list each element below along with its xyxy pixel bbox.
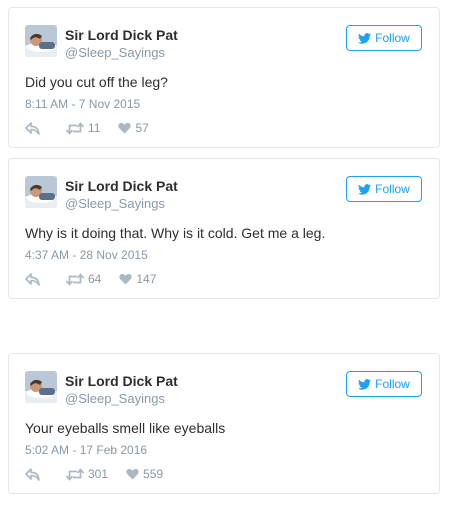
tweet-timestamp[interactable]: 8:11 AM - 7 Nov 2015: [25, 97, 140, 111]
retweet-icon[interactable]: [66, 272, 84, 286]
heart-icon[interactable]: [119, 273, 132, 285]
tweet-card: Sir Lord Dick Pat @Sleep_Sayings Follow …: [8, 158, 440, 299]
avatar[interactable]: [25, 371, 57, 403]
user-handle[interactable]: @Sleep_Sayings: [65, 196, 165, 211]
like-count: 559: [143, 467, 164, 481]
reply-icon[interactable]: [25, 467, 40, 481]
follow-button[interactable]: Follow: [346, 371, 422, 397]
heart-icon[interactable]: [118, 122, 132, 134]
retweet-count: 11: [88, 121, 101, 135]
follow-button[interactable]: Follow: [346, 25, 422, 51]
retweet-icon[interactable]: [66, 121, 84, 135]
follow-label: Follow: [375, 31, 410, 45]
twitter-bird-icon: [358, 32, 372, 44]
retweet-count: 64: [88, 272, 102, 286]
twitter-bird-icon: [358, 183, 372, 195]
heart-icon[interactable]: [126, 468, 139, 480]
tweet-text: Did you cut off the leg?: [25, 74, 168, 90]
tweet-text: Your eyeballs smell like eyeballs: [25, 420, 226, 436]
like-count: 57: [135, 121, 149, 135]
display-name[interactable]: Sir Lord Dick Pat: [65, 178, 178, 194]
retweet-icon[interactable]: [66, 467, 84, 481]
twitter-bird-icon: [358, 378, 372, 390]
tweet-timestamp[interactable]: 5:02 AM - 17 Feb 2016: [25, 443, 147, 457]
display-name[interactable]: Sir Lord Dick Pat: [65, 27, 178, 43]
tweet-card: Sir Lord Dick Pat @Sleep_Sayings Follow …: [8, 353, 440, 494]
follow-button[interactable]: Follow: [346, 176, 422, 202]
user-handle[interactable]: @Sleep_Sayings: [65, 45, 165, 60]
follow-label: Follow: [375, 377, 410, 391]
like-count: 147: [136, 272, 157, 286]
display-name[interactable]: Sir Lord Dick Pat: [65, 373, 178, 389]
tweet-actions: 11 57: [25, 120, 149, 136]
tweet-timestamp[interactable]: 4:37 AM - 28 Nov 2015: [25, 248, 148, 262]
follow-label: Follow: [375, 182, 410, 196]
user-handle[interactable]: @Sleep_Sayings: [65, 391, 165, 406]
tweet-card: Sir Lord Dick Pat @Sleep_Sayings Follow …: [8, 7, 440, 148]
reply-icon[interactable]: [25, 121, 40, 135]
tweet-text: Why is it doing that. Why is it cold. Ge…: [25, 225, 326, 241]
retweet-count: 301: [88, 467, 109, 481]
reply-icon[interactable]: [25, 272, 40, 286]
tweet-actions: 301 559: [25, 466, 163, 482]
tweet-actions: 64 147: [25, 271, 156, 287]
avatar[interactable]: [25, 176, 57, 208]
avatar[interactable]: [25, 25, 57, 57]
